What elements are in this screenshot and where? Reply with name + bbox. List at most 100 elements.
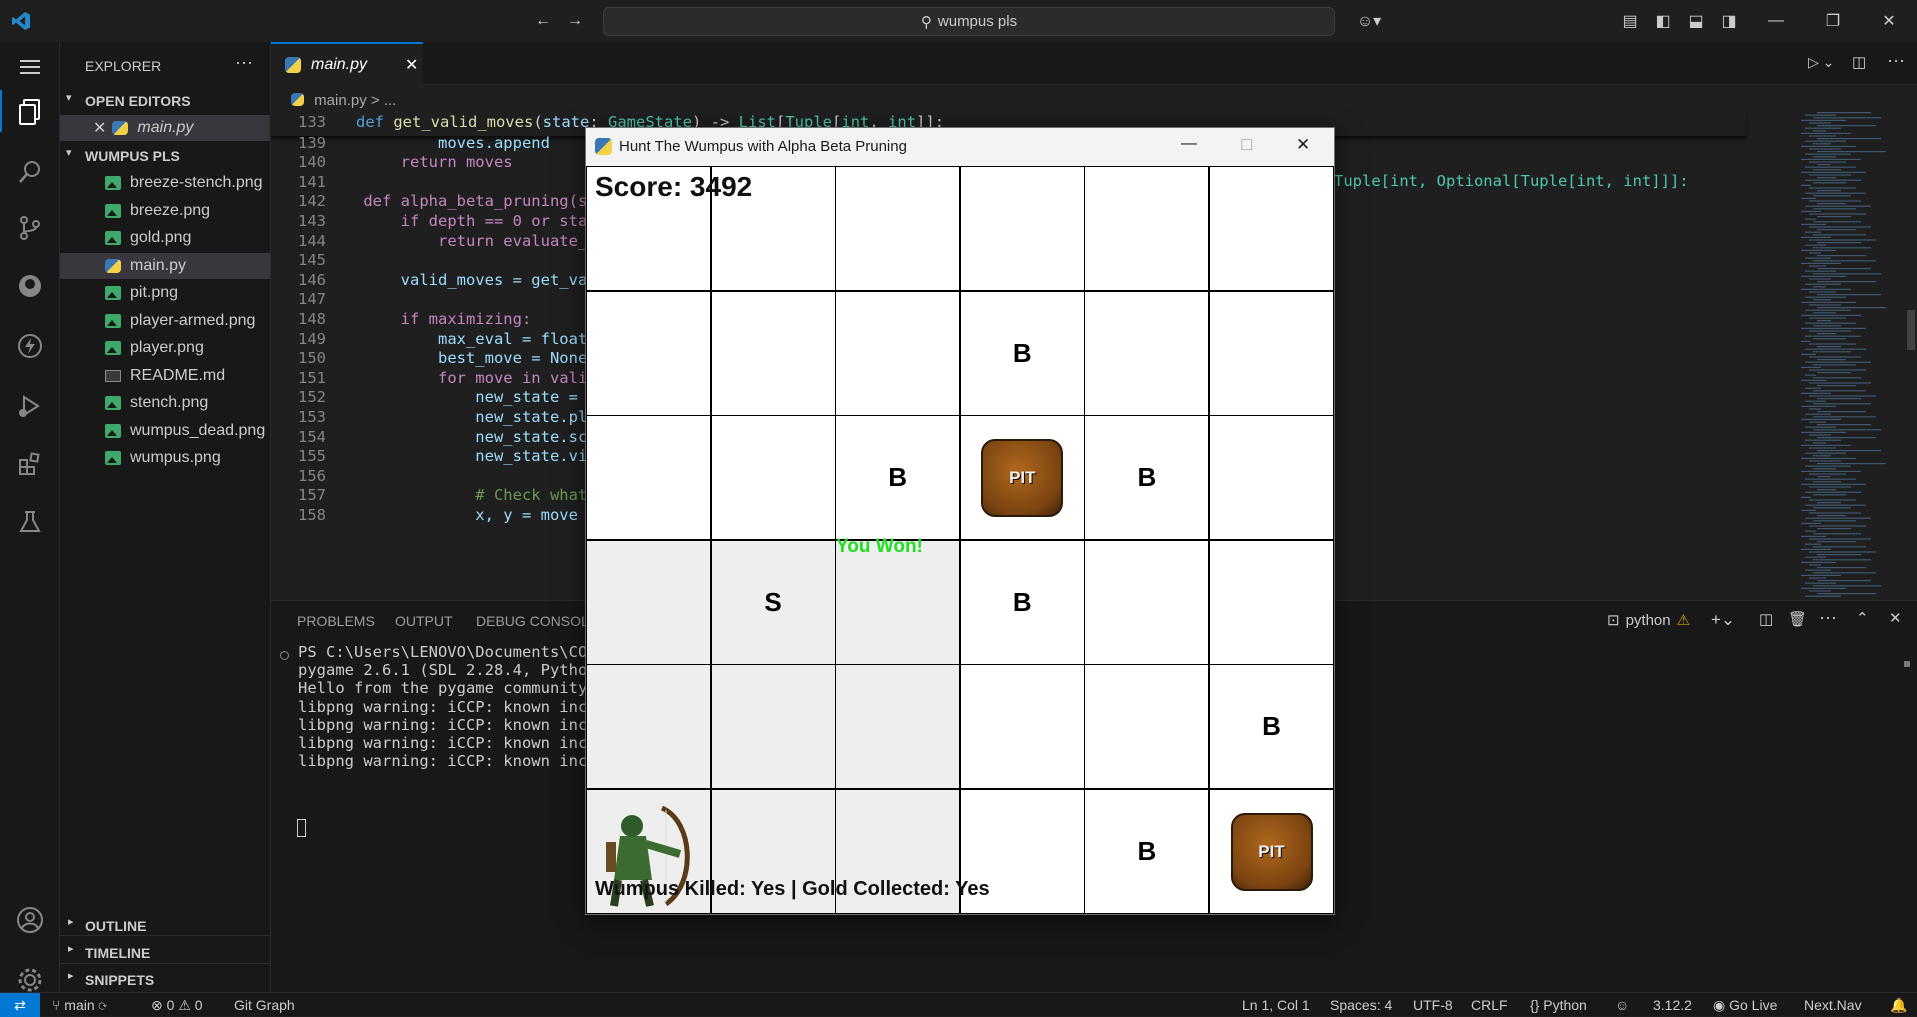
source-control-icon[interactable] (12, 210, 48, 246)
toggle-secondary-sidebar-icon[interactable]: ◨ (1718, 10, 1740, 32)
chevron-down-icon[interactable]: ▾ (66, 91, 72, 104)
more-actions-icon[interactable]: ··· (1819, 607, 1837, 628)
forward-arrow-icon[interactable]: → (564, 10, 586, 32)
file-item[interactable]: gold.png (60, 225, 270, 251)
open-editor-item[interactable]: ✕ main.py (60, 115, 270, 141)
restore-icon[interactable]: ❐ (1822, 10, 1844, 32)
breadcrumb-more[interactable]: ... (384, 92, 397, 109)
run-python-icon[interactable]: ▷ ⌄ (1808, 54, 1834, 71)
editor-scrollbar[interactable] (1905, 110, 1917, 600)
accounts-icon[interactable] (12, 902, 48, 938)
minimap-line (1817, 385, 1856, 387)
close-panel-icon[interactable]: ✕ (1889, 609, 1902, 627)
close-window-icon[interactable]: ✕ (1878, 10, 1900, 32)
file-item[interactable]: README.md (60, 363, 270, 389)
tab-main-py[interactable]: main.py ✕ (271, 42, 423, 85)
problems-indicator[interactable]: ⊗ 0 ⚠ 0 (151, 997, 203, 1014)
game-window[interactable]: Hunt The Wumpus with Alpha Beta Pruning … (585, 127, 1335, 915)
file-item[interactable]: breeze.png (60, 198, 270, 224)
file-item[interactable]: wumpus_dead.png (60, 418, 270, 444)
terminal-selector[interactable]: ⊡ python ⚠ (1607, 611, 1690, 630)
notifications-icon[interactable]: 🔔 (1890, 997, 1907, 1014)
file-item[interactable]: player.png (60, 335, 270, 361)
breadcrumb-file[interactable]: main.py (314, 92, 367, 109)
indentation[interactable]: Spaces: 4 (1330, 997, 1392, 1013)
new-terminal-icon[interactable]: +⌄ (1711, 610, 1735, 630)
file-item[interactable]: pit.png (60, 280, 270, 306)
line-ending[interactable]: CRLF (1471, 997, 1508, 1013)
close-window-icon[interactable]: ✕ (1296, 135, 1310, 155)
minimize-icon[interactable]: — (1765, 10, 1787, 32)
game-window-titlebar[interactable]: Hunt The Wumpus with Alpha Beta Pruning … (586, 128, 1334, 166)
toggle-panel-icon[interactable]: ⬓ (1685, 10, 1707, 32)
split-terminal-icon[interactable]: ◫ (1759, 610, 1773, 628)
file-item[interactable]: main.py (60, 252, 270, 279)
minimap-line (1817, 151, 1886, 153)
next-nav[interactable]: Next.Nav (1804, 997, 1862, 1013)
git-graph-button[interactable]: Git Graph (234, 997, 295, 1013)
minimap-line (1813, 403, 1871, 405)
file-item[interactable]: stench.png (60, 390, 270, 416)
tab-output[interactable]: OUTPUT (395, 613, 453, 629)
minimap-line (1813, 182, 1846, 184)
file-label: gold.png (130, 229, 192, 246)
minimap-line (1813, 156, 1836, 158)
menu-icon[interactable] (12, 48, 48, 84)
minimap-line (1805, 387, 1821, 389)
customize-layout-icon[interactable]: ▤ (1619, 10, 1641, 32)
extensions-icon[interactable] (12, 446, 48, 482)
more-actions-icon[interactable]: ··· (1887, 50, 1905, 71)
github-icon[interactable] (12, 268, 48, 304)
grid-cell: PIT (959, 415, 1085, 541)
more-actions-icon[interactable]: ··· (235, 52, 253, 73)
minimap-line (1813, 117, 1881, 119)
minimap[interactable] (1795, 110, 1905, 600)
branch-indicator[interactable]: ⑂ main ⟳ (52, 997, 107, 1013)
go-live-button[interactable]: ◉ Go Live (1713, 997, 1777, 1014)
search-sidebar-icon[interactable] (12, 154, 48, 190)
close-icon[interactable]: ✕ (93, 118, 106, 138)
command-center-search[interactable]: ⚲ wumpus pls (603, 7, 1335, 36)
image-file-icon (105, 396, 121, 410)
back-arrow-icon[interactable]: ← (532, 10, 554, 32)
language-mode[interactable]: {} Python (1530, 997, 1587, 1013)
tab-problems[interactable]: PROBLEMS (297, 613, 375, 629)
timeline-header[interactable]: TIMELINE (85, 945, 150, 961)
toggle-sidebar-icon[interactable]: ◧ (1652, 10, 1674, 32)
encoding[interactable]: UTF-8 (1413, 997, 1453, 1013)
remote-icon[interactable]: ⇄ (0, 993, 40, 1017)
cursor-position[interactable]: Ln 1, Col 1 (1242, 997, 1310, 1013)
file-item[interactable]: player-armed.png (60, 308, 270, 334)
kill-terminal-icon[interactable]: 🗑 (1788, 610, 1807, 628)
copilot-status-icon[interactable]: ☺ (1615, 997, 1629, 1013)
python-version[interactable]: 3.12.2 (1653, 997, 1692, 1013)
open-editors-header[interactable]: OPEN EDITORS (85, 93, 191, 109)
activity-bar (0, 42, 60, 1016)
close-tab-icon[interactable]: ✕ (405, 55, 418, 75)
maximize-panel-icon[interactable]: ⌃ (1856, 609, 1869, 627)
testing-icon[interactable] (12, 504, 48, 540)
scrollbar-thumb[interactable] (1907, 310, 1915, 350)
tab-debug-console[interactable]: DEBUG CONSOLE (476, 613, 598, 629)
lightning-icon[interactable] (12, 328, 48, 364)
game-grid[interactable]: B B PIT B S B B B PIT Score: 3492 You Won! Wumpu… (586, 166, 1334, 914)
grid-cell (586, 415, 711, 541)
minimize-icon[interactable]: — (1181, 135, 1197, 153)
file-item[interactable]: wumpus.png (60, 445, 270, 471)
snippets-header[interactable]: SNIPPETS (85, 972, 154, 988)
file-label: player.png (130, 339, 204, 356)
minimap-line (1817, 164, 1831, 166)
split-editor-icon[interactable]: ◫ (1852, 53, 1866, 71)
outline-header[interactable]: OUTLINE (85, 918, 146, 934)
folder-header[interactable]: WUMPUS PLS (85, 148, 180, 164)
vscode-logo-icon (10, 10, 32, 32)
copilot-icon[interactable]: ☺▾ (1349, 10, 1389, 32)
file-item[interactable]: breeze-stench.png (60, 170, 270, 196)
run-debug-icon[interactable] (12, 388, 48, 424)
minimap-line (1817, 177, 1836, 179)
terminal-scrollbar[interactable] (1904, 661, 1910, 667)
minimap-line (1817, 554, 1861, 556)
explorer-icon[interactable] (12, 94, 48, 130)
line-number: 139 (298, 133, 326, 152)
chevron-down-icon[interactable]: ▾ (66, 146, 72, 159)
